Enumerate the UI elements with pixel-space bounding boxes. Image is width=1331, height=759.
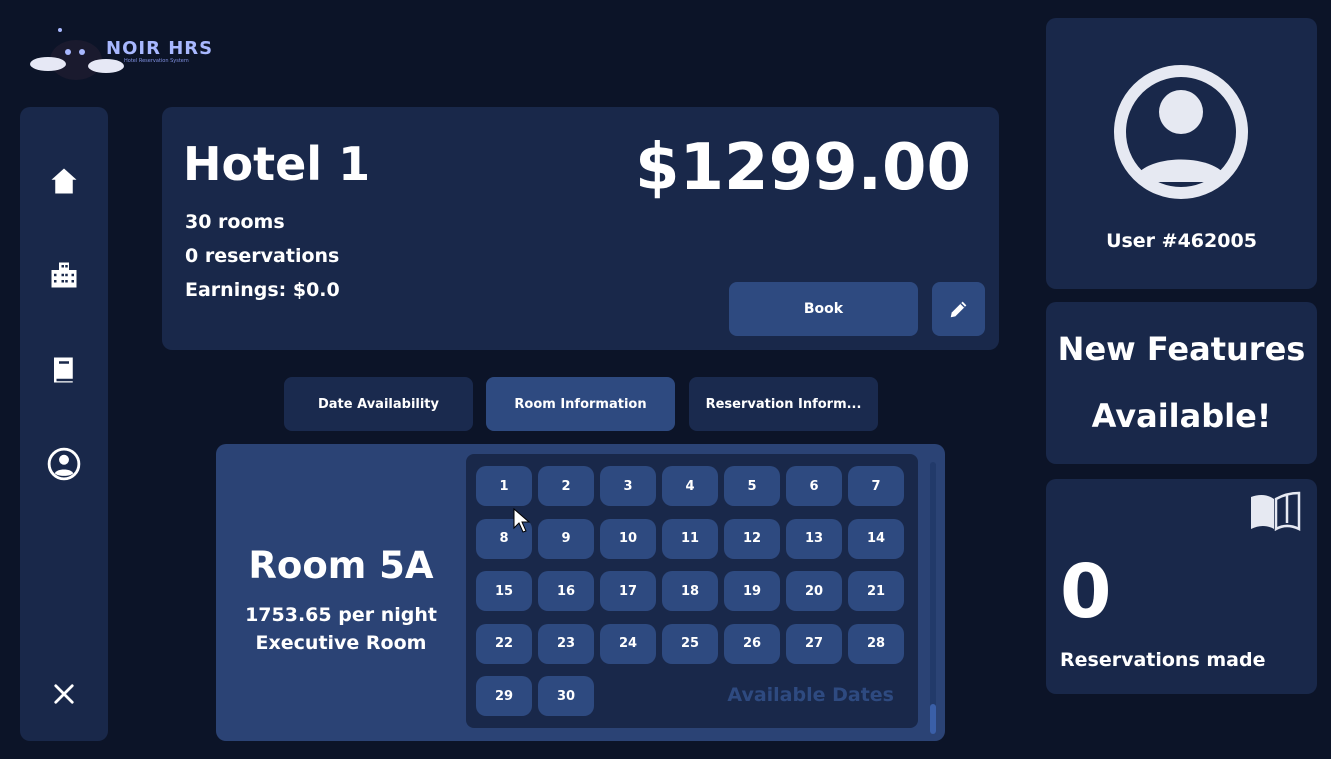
tab-date-availability[interactable]: Date Availability (284, 377, 473, 431)
features-line-1: New Features (1057, 330, 1306, 368)
date-button[interactable]: 26 (724, 623, 780, 664)
date-button[interactable]: 1 (476, 466, 532, 506)
user-id-label: User #462005 (1106, 230, 1257, 252)
date-button[interactable]: 27 (786, 623, 842, 664)
sidebar-close-button[interactable] (46, 676, 82, 712)
date-button[interactable]: 15 (476, 571, 532, 611)
app-logo: NOIR HRS Hotel Reservation System (26, 24, 226, 82)
date-button[interactable]: 24 (600, 623, 656, 664)
user-circle-icon (47, 447, 81, 481)
date-button[interactable]: 19 (724, 571, 780, 611)
date-button[interactable]: 9 (538, 518, 594, 559)
date-button[interactable]: 13 (786, 518, 842, 559)
date-button[interactable]: 17 (600, 571, 656, 611)
room-price: 1753.65 per night (245, 604, 437, 626)
date-button[interactable]: 20 (786, 571, 842, 611)
scrollbar-thumb[interactable] (930, 704, 936, 734)
hotel-earnings: Earnings: $0.0 (185, 279, 340, 301)
room-type: Executive Room (255, 632, 427, 654)
date-button[interactable]: 25 (662, 623, 718, 664)
edit-button[interactable] (932, 282, 985, 336)
date-button[interactable]: 5 (724, 466, 780, 506)
date-button[interactable]: 22 (476, 623, 532, 664)
date-button[interactable]: 3 (600, 466, 656, 506)
date-calendar: Available Dates 1 2 3 4 5 6 7 8 9 10 11 12 13 14 15 16 1… (466, 454, 918, 728)
date-button[interactable]: 18 (662, 571, 718, 611)
date-button[interactable]: 2 (538, 466, 594, 506)
room-name: Room 5A (248, 544, 434, 587)
new-features-card[interactable]: New Features Available! (1046, 302, 1317, 464)
mouse-cursor-icon (513, 508, 531, 533)
app-name: NOIR HRS (106, 38, 214, 59)
date-button[interactable]: 7 (848, 466, 904, 506)
date-button[interactable]: 23 (538, 623, 594, 664)
date-button[interactable]: 28 (848, 623, 904, 664)
calendar-scrollbar[interactable] (930, 462, 936, 734)
book-icon (54, 357, 73, 383)
pencil-icon (950, 301, 966, 318)
sidebar-item-reservations[interactable] (46, 352, 82, 388)
date-button[interactable]: 16 (538, 571, 594, 611)
date-button[interactable]: 14 (848, 518, 904, 559)
date-button[interactable]: 30 (538, 676, 594, 716)
building-icon (51, 262, 77, 288)
date-button[interactable]: 11 (662, 518, 718, 559)
date-button[interactable]: 29 (476, 676, 532, 716)
date-button[interactable]: 12 (724, 518, 780, 559)
hotel-price: $1299.00 (634, 131, 971, 205)
hotel-summary-card: Hotel 1 $1299.00 30 rooms 0 reservations… (162, 107, 999, 350)
app-subtitle: Hotel Reservation System (124, 58, 189, 64)
room-card: Room 5A 1753.65 per night Executive Room… (216, 444, 945, 741)
date-button[interactable]: 4 (662, 466, 718, 506)
user-avatar-icon (1114, 65, 1248, 199)
reservations-made-label: Reservations made (1060, 649, 1266, 671)
sidebar-item-profile[interactable] (46, 446, 82, 482)
open-book-icon (1251, 491, 1301, 531)
hotel-name: Hotel 1 (183, 137, 371, 191)
date-button[interactable]: 10 (600, 518, 656, 559)
sidebar-item-hotels[interactable] (46, 257, 82, 293)
hotel-rooms-count: 30 rooms (185, 211, 285, 233)
features-line-2: Available! (1091, 397, 1272, 435)
tab-reservation-information[interactable]: Reservation Inform... (689, 377, 878, 431)
date-button[interactable]: 21 (848, 571, 904, 611)
date-button[interactable]: 6 (786, 466, 842, 506)
home-icon (51, 168, 77, 194)
reservations-count: 0 (1060, 549, 1112, 635)
user-card: User #462005 (1046, 18, 1317, 289)
hotel-reservations-count: 0 reservations (185, 245, 340, 267)
close-icon (54, 684, 74, 704)
reservations-made-card: 0 Reservations made (1046, 479, 1317, 694)
tab-room-information[interactable]: Room Information (486, 377, 675, 431)
available-dates-label: Available Dates (727, 684, 894, 706)
sidebar-item-home[interactable] (46, 163, 82, 199)
book-button[interactable]: Book (729, 282, 918, 336)
sidebar (20, 107, 108, 741)
